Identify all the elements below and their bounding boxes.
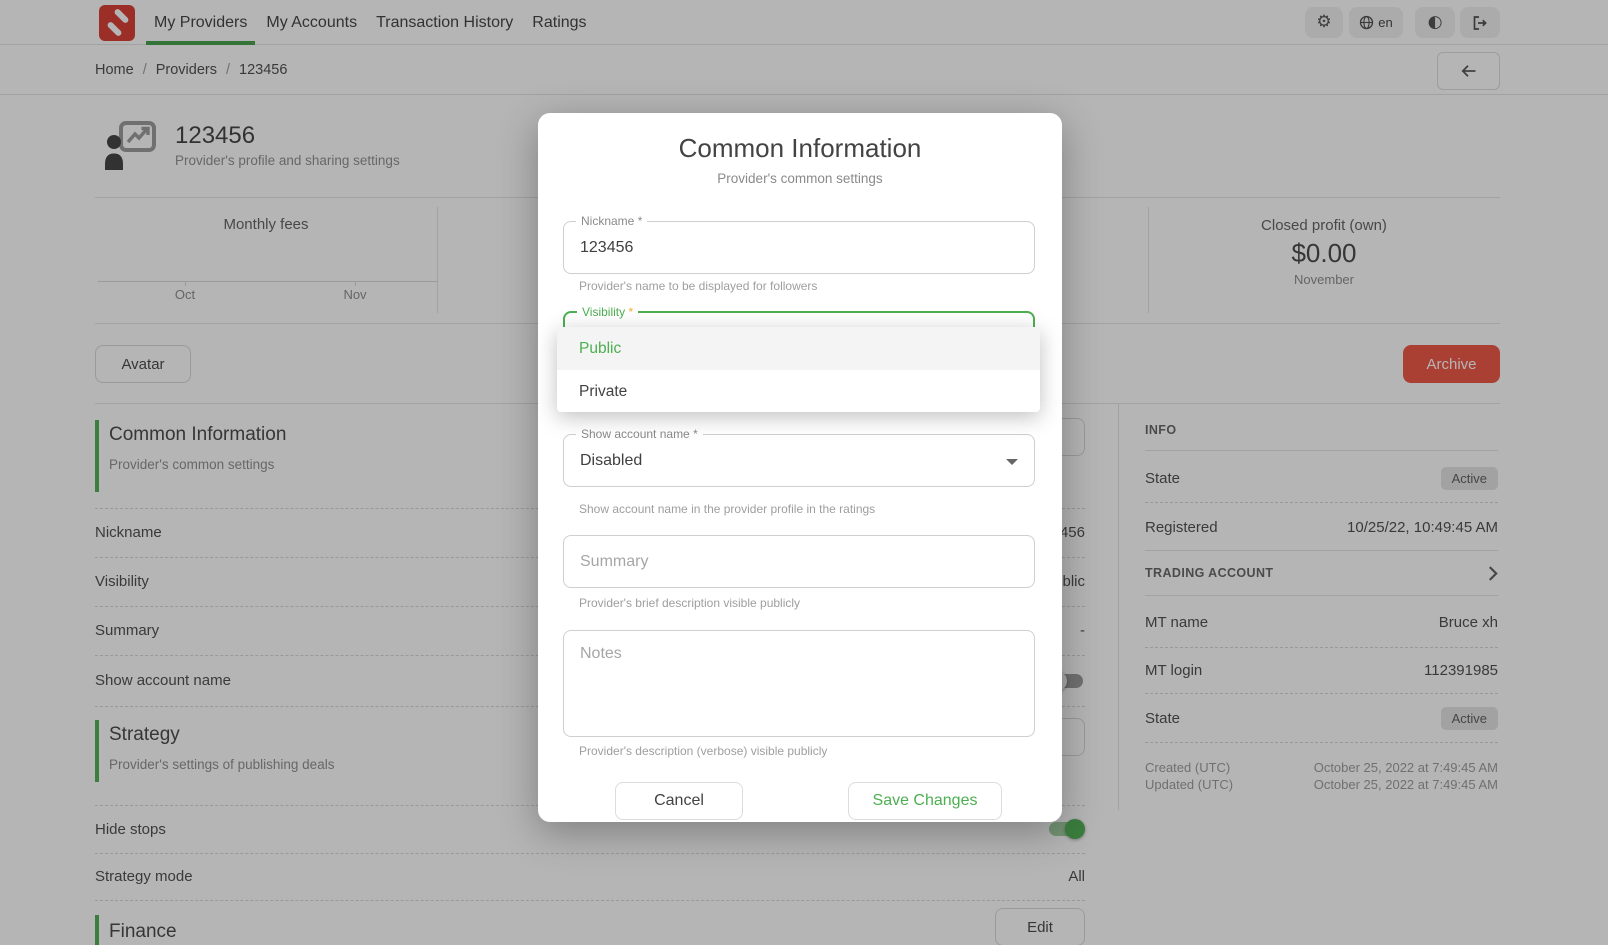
provider-profile-page: My Providers My Accounts Transaction His… [0,0,1608,945]
save-changes-button[interactable]: Save Changes [848,782,1002,820]
modal-title: Common Information [538,133,1062,164]
notes-helper: Provider's description (verbose) visible… [579,744,827,758]
cancel-button[interactable]: Cancel [615,782,743,820]
menu-option-public[interactable]: Public [557,327,1040,370]
chevron-down-icon [1006,459,1018,465]
nickname-helper: Provider's name to be displayed for foll… [579,279,817,293]
notes-field[interactable] [563,630,1035,737]
modal-subtitle: Provider's common settings [538,171,1062,186]
common-information-modal: Common Information Provider's common set… [538,113,1062,822]
visibility-label: Visibility * [577,305,638,319]
show-account-name-value: Disabled [580,452,642,470]
visibility-dropdown-menu: Public Private [557,327,1040,412]
nickname-input[interactable] [564,222,1034,273]
show-account-name-label: Show account name * [576,427,703,441]
notes-textarea[interactable] [564,631,1034,736]
summary-helper: Provider's brief description visible pub… [579,596,800,610]
summary-input[interactable] [564,536,1034,587]
nickname-field[interactable]: Nickname * [563,221,1035,274]
show-account-name-helper: Show account name in the provider profil… [579,502,875,516]
menu-option-private[interactable]: Private [557,370,1040,412]
summary-field[interactable] [563,535,1035,588]
show-account-name-select[interactable]: Show account name * Disabled [563,434,1035,487]
